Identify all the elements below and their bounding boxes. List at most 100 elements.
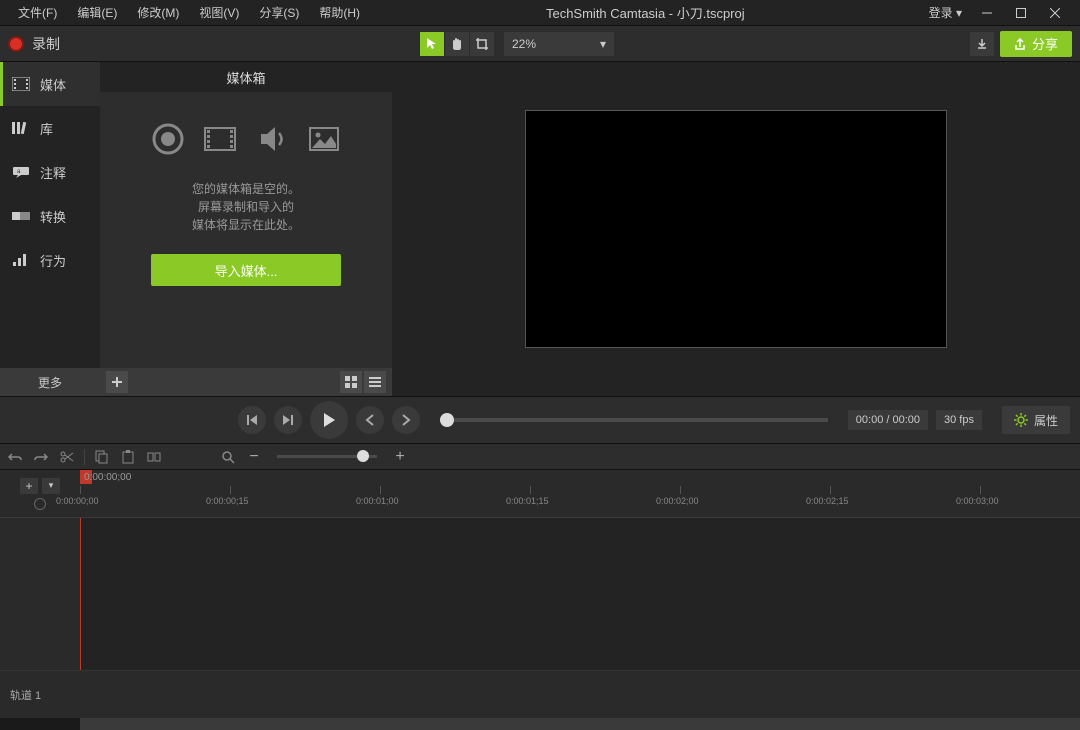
copy-button[interactable] [93,448,111,466]
scissors-icon [60,450,74,464]
download-button[interactable] [970,32,994,56]
behavior-icon [12,253,30,267]
cut-button[interactable] [58,448,76,466]
track-label-1[interactable]: 轨道 1 [0,670,80,718]
chevron-right-icon [401,414,411,426]
menu-view[interactable]: 视图(V) [189,4,249,21]
share-button[interactable]: 分享 [1000,31,1072,57]
sidebar-item-media[interactable]: 媒体 [0,62,100,106]
timeline-track-controls: + ▾ [0,470,80,517]
list-view-button[interactable] [364,371,386,393]
playback-slider[interactable] [440,418,828,422]
paste-icon [121,450,135,464]
undo-button[interactable] [6,448,24,466]
zoom-slider-thumb[interactable] [357,450,369,462]
track-area[interactable] [80,518,1080,718]
step-back-button[interactable] [356,406,384,434]
sidebar-item-label: 媒体 [40,75,66,94]
copy-icon [95,450,109,464]
play-button[interactable] [310,401,348,439]
list-icon [369,376,381,388]
fps-display[interactable]: 30 fps [936,410,982,430]
preview-canvas[interactable] [525,110,947,348]
marker-toggle[interactable] [34,498,46,510]
pan-tool[interactable] [445,32,469,56]
audio-media-icon [255,122,289,156]
playback-thumb[interactable] [440,413,454,427]
menu-edit[interactable]: 编辑(E) [67,4,127,21]
sidebar-more-button[interactable]: 更多 [0,368,100,396]
crop-icon [475,37,489,51]
sidebar: 媒体 库 a 注释 转换 行为 更多 [0,62,100,396]
media-panel-footer [100,368,392,396]
redo-icon [34,450,48,464]
window-close-button[interactable] [1038,3,1072,23]
chevron-down-icon: ▾ [956,6,962,20]
plus-icon [111,376,123,388]
import-media-button[interactable]: 导入媒体... [151,254,341,286]
timeline: + ▾ 0:00:00;00 0:00:00;000:00:00;150:00:… [0,470,1080,730]
time-display: 00:00 / 00:00 [848,410,928,430]
timeline-ruler[interactable]: 0:00:00;00 0:00:00;000:00:00;150:00:01;0… [80,470,1080,517]
zoom-search-button[interactable] [219,448,237,466]
zoom-select[interactable]: 22% ▾ [504,32,614,56]
prev-frame-button[interactable] [238,406,266,434]
chevron-down-icon: ▾ [600,37,606,51]
record-button[interactable]: 录制 [8,34,60,54]
split-button[interactable] [145,448,163,466]
media-type-icons [151,122,341,156]
split-icon [147,450,161,464]
menu-share[interactable]: 分享(S) [249,4,309,21]
properties-button[interactable]: 属性 [1002,406,1070,434]
menu-help[interactable]: 帮助(H) [309,4,370,21]
track-row-1[interactable] [80,670,1080,718]
sidebar-item-label: 注释 [40,163,66,182]
next-frame-button[interactable] [274,406,302,434]
sidebar-item-behaviors[interactable]: 行为 [0,238,100,282]
menu-modify[interactable]: 修改(M) [127,4,189,21]
sidebar-item-label: 行为 [40,251,66,270]
sidebar-item-library[interactable]: 库 [0,106,100,150]
record-icon [8,36,24,52]
media-panel-title: 媒体箱 [100,62,392,92]
track-menu-button[interactable]: ▾ [42,478,60,494]
zoom-out-button[interactable]: − [245,448,263,466]
playhead-time: 0:00:00;00 [84,472,131,483]
window-title: TechSmith Camtasia - 小刀.tscproj [370,3,921,22]
search-icon [221,450,235,464]
crop-tool[interactable] [470,32,494,56]
media-empty-message: 您的媒体箱是空的。 屏幕录制和导入的 媒体将显示在此处。 [192,180,300,234]
scrollbar-thumb[interactable] [80,718,1080,730]
main-area: 媒体 库 a 注释 转换 行为 更多 媒体箱 [0,62,1080,396]
menubar: 文件(F) 编辑(E) 修改(M) 视图(V) 分享(S) 帮助(H) Tech… [0,0,1080,26]
transition-icon [12,209,30,223]
pointer-tool[interactable] [420,32,444,56]
window-maximize-button[interactable] [1004,3,1038,23]
redo-button[interactable] [32,448,50,466]
zoom-in-button[interactable]: + [391,448,409,466]
sidebar-item-transitions[interactable]: 转换 [0,194,100,238]
playback-bar: 00:00 / 00:00 30 fps 属性 [0,396,1080,444]
window-minimize-button[interactable] [970,3,1004,23]
sidebar-item-annotations[interactable]: a 注释 [0,150,100,194]
timeline-zoom-slider[interactable] [277,455,377,458]
add-media-button[interactable] [106,371,128,393]
undo-icon [8,450,22,464]
track-labels: 轨道 1 [0,518,80,718]
sidebar-item-label: 转换 [40,207,66,226]
canvas-tools [420,32,494,56]
prev-frame-icon [246,414,258,426]
media-icon [12,77,30,91]
share-icon [1014,38,1026,50]
grid-view-button[interactable] [340,371,362,393]
grid-icon [345,376,357,388]
login-button[interactable]: 登录 ▾ [921,4,970,21]
sidebar-item-label: 库 [40,119,53,138]
paste-button[interactable] [119,448,137,466]
chevron-down-icon: ▾ [49,480,54,491]
menu-file[interactable]: 文件(F) [8,4,67,21]
step-forward-button[interactable] [392,406,420,434]
record-media-icon [151,122,185,156]
add-track-button[interactable]: + [20,478,38,494]
image-media-icon [307,122,341,156]
